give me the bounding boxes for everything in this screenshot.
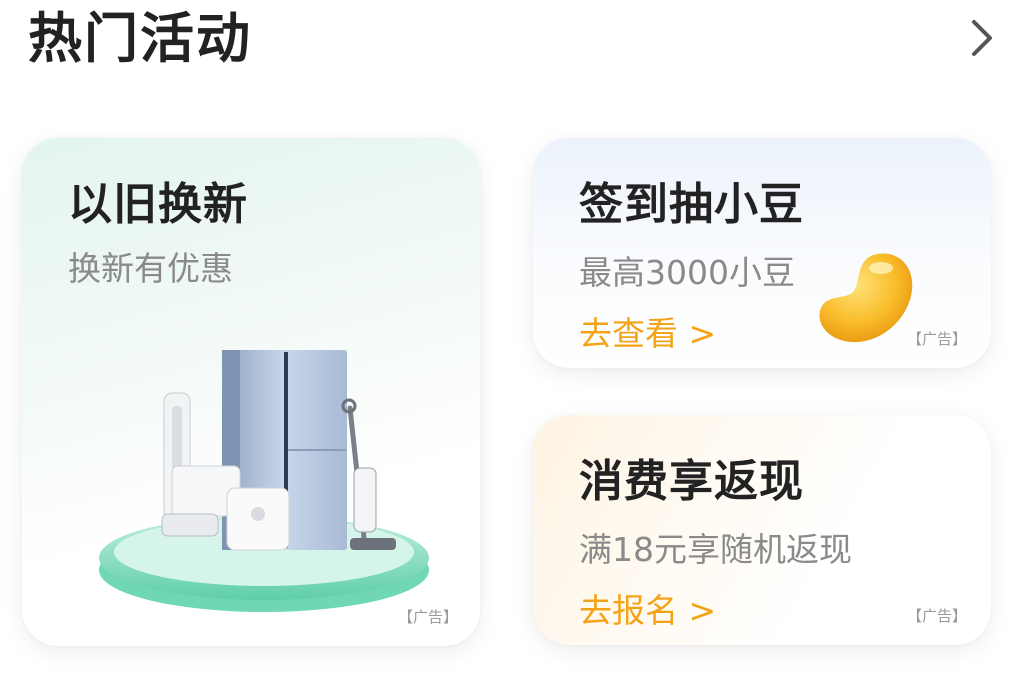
trade-in-title: 以旧换新 xyxy=(68,179,248,230)
section-title: 热门活动 xyxy=(28,7,252,70)
ad-label: 【广告】 xyxy=(397,608,458,626)
yellow-bean-icon xyxy=(819,253,913,343)
more-chevron-icon[interactable] xyxy=(960,10,1004,66)
cashback-subtitle: 满18元享随机返现 xyxy=(579,530,852,569)
checkin-card[interactable]: 签到抽小豆 最高3000小豆 去查看 > 【广告】 xyxy=(533,138,991,368)
cashback-card[interactable]: 消费享返现 满18元享随机返现 去报名 > 【广告】 xyxy=(533,415,991,645)
checkin-subtitle: 最高3000小豆 xyxy=(579,253,795,292)
checkin-view-link[interactable]: 去查看 > xyxy=(579,313,716,355)
home-appliances-illustration xyxy=(99,350,429,612)
checkin-title: 签到抽小豆 xyxy=(579,179,804,230)
ad-label: 【广告】 xyxy=(906,330,967,348)
trade-in-subtitle: 换新有优惠 xyxy=(68,249,233,288)
cashback-title: 消费享返现 xyxy=(579,456,804,507)
cashback-signup-link[interactable]: 去报名 > xyxy=(579,590,716,632)
ad-label: 【广告】 xyxy=(906,607,967,625)
trade-in-card[interactable]: 以旧换新 换新有优惠 【广告】 xyxy=(22,138,480,646)
